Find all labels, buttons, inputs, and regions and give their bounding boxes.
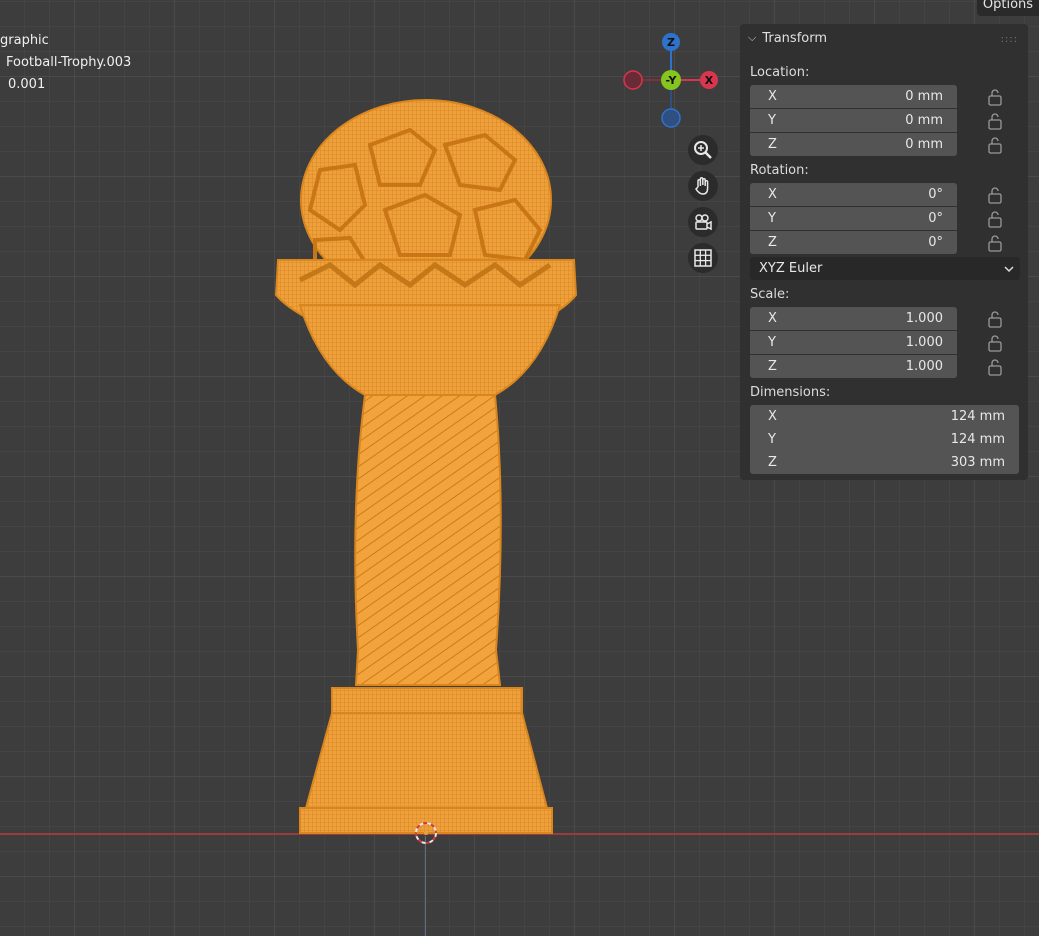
rotation-y-field[interactable]: Y 0° [750, 207, 957, 230]
grid-icon [694, 249, 712, 267]
camera-icon [695, 214, 712, 231]
axis-label: X [768, 187, 777, 202]
dimensions-z-field[interactable]: Z 303 mm [750, 451, 1019, 474]
lock-icon[interactable] [988, 234, 1002, 252]
lock-icon[interactable] [988, 358, 1002, 376]
axis-label: Y [768, 335, 776, 350]
rotation-x-field[interactable]: X 0° [750, 183, 957, 206]
transform-panel-header[interactable]: ⌵ Transform [740, 24, 1028, 52]
scale-x-field[interactable]: X 1.000 [750, 307, 957, 330]
axis-label: Y [768, 432, 776, 447]
axis-label: Z [768, 455, 777, 470]
zoom-icon [694, 141, 712, 159]
field-value: 0° [928, 235, 943, 250]
options-button[interactable]: Options [977, 0, 1039, 16]
transform-panel: ⌵ Transform :::: Location: X0 mm Y0 mm Z… [740, 24, 1028, 480]
scale-text: 0.001 [8, 77, 46, 92]
axis-label: X [768, 409, 777, 424]
navigation-gizmo[interactable]: Z X -Y [620, 30, 730, 130]
gizmo-x-label: X [705, 74, 714, 87]
pan-button[interactable] [688, 171, 718, 201]
gizmo-z-label: Z [667, 36, 675, 49]
chevron-down-icon: ⌵ [748, 31, 757, 44]
axis-label: Z [768, 235, 777, 250]
location-x-field[interactable]: X 0 mm [750, 85, 957, 108]
location-y-field[interactable]: Y 0 mm [750, 109, 957, 132]
dimensions-label: Dimensions: [750, 385, 831, 400]
dimensions-y-field[interactable]: Y 124 mm [750, 428, 1019, 451]
gizmo-neg-x-handle[interactable] [623, 70, 643, 90]
chevron-down-icon [1004, 265, 1014, 272]
viewport-info-overlay: graphic Football-Trophy.003 0.001 [0, 30, 131, 96]
gizmo-neg-z-handle[interactable] [661, 108, 681, 128]
rotation-mode-value: XYZ Euler [759, 261, 823, 276]
lock-icon[interactable] [988, 334, 1002, 352]
axis-label: Y [768, 211, 776, 226]
object-name-text: Football-Trophy.003 [6, 55, 132, 70]
rotation-label: Rotation: [750, 163, 809, 178]
field-value: 1.000 [905, 335, 943, 350]
field-value: 0° [928, 187, 943, 202]
axis-label: Z [768, 137, 777, 152]
axis-label: X [768, 311, 777, 326]
lock-icon[interactable] [988, 310, 1002, 328]
gizmo-y-label: -Y [666, 74, 678, 87]
lock-icon[interactable] [988, 136, 1002, 154]
lock-icon[interactable] [988, 186, 1002, 204]
location-label: Location: [750, 65, 810, 80]
field-value: 1.000 [905, 311, 943, 326]
rotation-mode-dropdown[interactable]: XYZ Euler [750, 257, 1020, 280]
dimensions-x-field[interactable]: X 124 mm [750, 405, 1019, 428]
lock-icon[interactable] [988, 210, 1002, 228]
view-name-text: graphic [0, 33, 49, 48]
drag-grip-icon[interactable]: :::: [1001, 34, 1018, 45]
field-value: 0 mm [905, 137, 943, 152]
axis-label: Y [768, 113, 776, 128]
hand-pan-icon [695, 177, 709, 195]
z-axis-line [425, 836, 426, 936]
axis-label: Z [768, 359, 777, 374]
field-value: 303 mm [950, 455, 1005, 470]
scale-y-field[interactable]: Y 1.000 [750, 331, 957, 354]
field-value: 0 mm [905, 89, 943, 104]
3d-viewport[interactable]: graphic Football-Trophy.003 0.001 Option… [0, 0, 1039, 936]
field-value: 124 mm [950, 432, 1005, 447]
lock-icon[interactable] [988, 112, 1002, 130]
camera-view-button[interactable] [688, 207, 718, 237]
axis-label: X [768, 89, 777, 104]
viewport-nav-buttons [688, 135, 722, 279]
scale-label: Scale: [750, 287, 790, 302]
field-value: 1.000 [905, 359, 943, 374]
3d-cursor-icon[interactable] [413, 820, 439, 846]
zoom-button[interactable] [688, 135, 718, 165]
rotation-z-field[interactable]: Z 0° [750, 231, 957, 254]
panel-title: Transform [762, 30, 828, 46]
scale-z-field[interactable]: Z 1.000 [750, 355, 957, 378]
trophy-object[interactable] [260, 90, 600, 850]
field-value: 0° [928, 211, 943, 226]
field-value: 124 mm [950, 409, 1005, 424]
lock-icon[interactable] [988, 88, 1002, 106]
field-value: 0 mm [905, 113, 943, 128]
location-z-field[interactable]: Z 0 mm [750, 133, 957, 156]
ortho-toggle-button[interactable] [688, 243, 718, 273]
